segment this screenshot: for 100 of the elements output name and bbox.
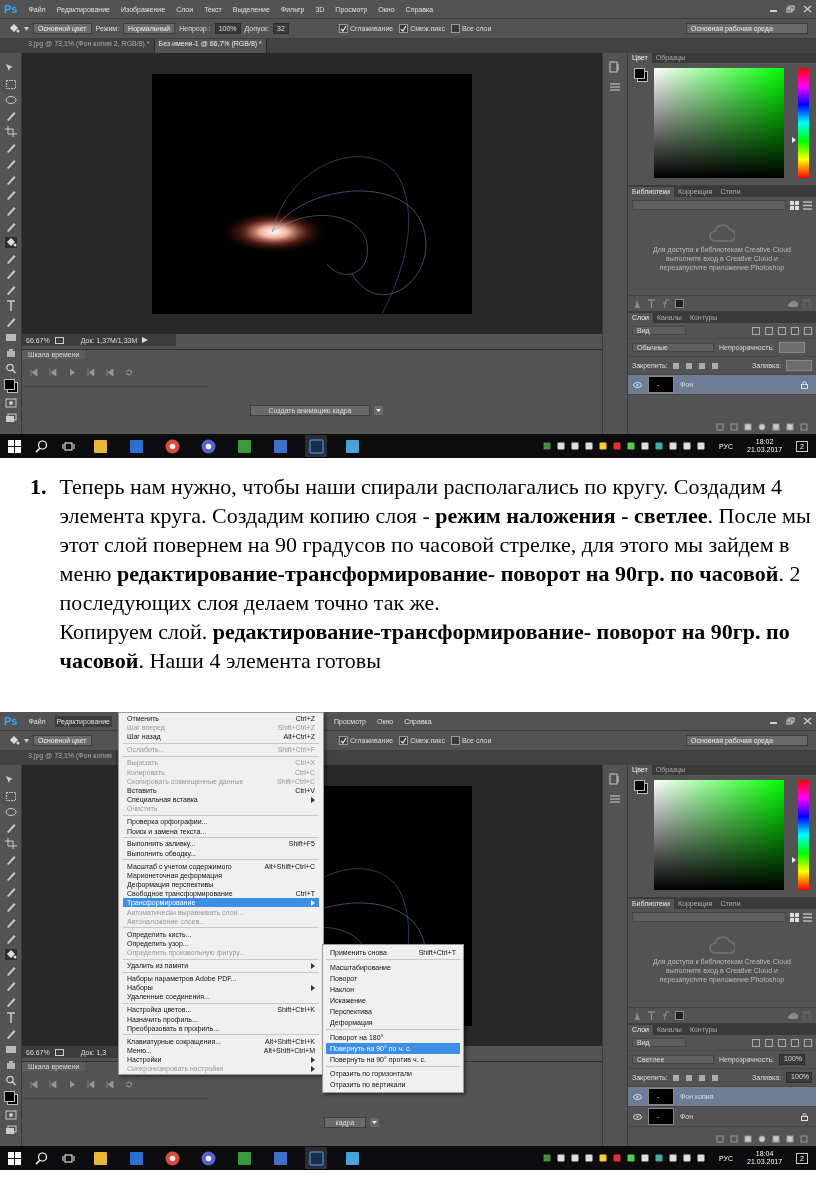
- paint-bucket-icon[interactable]: [8, 735, 20, 746]
- tool-icon[interactable]: [4, 315, 17, 327]
- zoom-icon[interactable]: [4, 1075, 17, 1087]
- tool-icon[interactable]: [4, 189, 17, 201]
- hue-marker-icon[interactable]: [792, 136, 796, 143]
- tool-icon[interactable]: [4, 157, 17, 169]
- grid-view-icon[interactable]: [790, 912, 799, 922]
- pen-icon[interactable]: [4, 284, 17, 296]
- color-swatches[interactable]: [634, 780, 648, 794]
- eye-icon[interactable]: [633, 1093, 642, 1100]
- close-icon[interactable]: [803, 717, 812, 725]
- tool-icon[interactable]: [4, 1027, 17, 1039]
- skip-icon[interactable]: [30, 369, 38, 376]
- disc-icon[interactable]: [200, 438, 216, 454]
- tool-icon[interactable]: [4, 268, 17, 280]
- windows-start-icon[interactable]: [8, 439, 21, 453]
- color-swatches[interactable]: [3, 1090, 18, 1105]
- tool-icon[interactable]: [4, 854, 17, 865]
- paint-bucket-icon[interactable]: [4, 236, 17, 248]
- browser-icon[interactable]: [164, 1150, 180, 1166]
- windows-start-icon[interactable]: [8, 1151, 21, 1165]
- caret-icon[interactable]: [24, 26, 29, 31]
- eye-icon[interactable]: [633, 1113, 642, 1120]
- tool-icon[interactable]: [4, 220, 17, 232]
- search-icon[interactable]: [35, 439, 48, 453]
- browser-icon[interactable]: [164, 438, 180, 454]
- checkbox[interactable]: [399, 736, 409, 745]
- tool-icon[interactable]: [4, 142, 17, 153]
- pen-icon[interactable]: [4, 996, 17, 1008]
- restore-icon[interactable]: [786, 5, 795, 13]
- fill-field[interactable]: [786, 360, 812, 371]
- task-view-icon[interactable]: [62, 439, 75, 453]
- checkbox[interactable]: [339, 736, 348, 745]
- zoom-icon[interactable]: [4, 363, 17, 375]
- paint-bucket-icon[interactable]: [4, 948, 17, 960]
- skip-icon[interactable]: [30, 1081, 38, 1088]
- tool-icon[interactable]: [4, 822, 17, 834]
- screen-mode-icon[interactable]: [4, 1124, 17, 1135]
- play-icon[interactable]: [142, 337, 149, 343]
- photoshop-icon[interactable]: [308, 438, 324, 454]
- quick-mask-icon[interactable]: [4, 1109, 17, 1120]
- rectangle-icon[interactable]: [4, 331, 17, 343]
- eye-icon[interactable]: [633, 381, 642, 388]
- color-swatches[interactable]: [3, 378, 18, 393]
- tool-icon[interactable]: [4, 901, 17, 913]
- lasso-icon[interactable]: [4, 94, 17, 106]
- dropdown-icon[interactable]: [374, 406, 383, 415]
- task-view-icon[interactable]: [62, 1151, 75, 1165]
- skip-icon[interactable]: [87, 1081, 95, 1088]
- export-icon[interactable]: [54, 336, 64, 344]
- tool-icon[interactable]: [4, 932, 17, 944]
- opacity-field[interactable]: [779, 342, 805, 353]
- tool-icon[interactable]: [4, 917, 17, 929]
- grid-view-icon[interactable]: [790, 200, 799, 210]
- color-picker-field[interactable]: [654, 68, 784, 178]
- tool-icon[interactable]: [4, 964, 17, 976]
- skip-icon[interactable]: [49, 369, 57, 376]
- brush-icon[interactable]: [4, 173, 17, 185]
- marquee-icon[interactable]: [4, 790, 17, 802]
- color-swatches[interactable]: [634, 68, 648, 82]
- hand-icon[interactable]: [4, 347, 17, 359]
- checkbox[interactable]: [450, 736, 460, 745]
- history-icon[interactable]: [609, 773, 621, 785]
- marquee-icon[interactable]: [4, 78, 17, 90]
- settings-icon[interactable]: [125, 1081, 133, 1088]
- restore-icon[interactable]: [786, 717, 795, 725]
- checkbox[interactable]: [450, 24, 460, 33]
- hand-icon[interactable]: [4, 1059, 17, 1071]
- crop-icon[interactable]: [4, 126, 17, 138]
- photoshop-icon[interactable]: [308, 1150, 324, 1166]
- history-icon[interactable]: [609, 61, 621, 73]
- rectangle-icon[interactable]: [4, 1043, 17, 1055]
- swatch-icon[interactable]: [675, 1011, 684, 1020]
- lasso-icon[interactable]: [4, 806, 17, 818]
- swatch-icon[interactable]: [675, 299, 684, 308]
- disc-icon[interactable]: [200, 1150, 216, 1166]
- quick-mask-icon[interactable]: [4, 397, 17, 408]
- tool-icon[interactable]: [4, 110, 17, 122]
- skip-icon[interactable]: [49, 1081, 57, 1088]
- list-view-icon[interactable]: [803, 912, 812, 922]
- search-icon[interactable]: [35, 1151, 48, 1165]
- checkbox[interactable]: [399, 24, 409, 33]
- checkbox[interactable]: [339, 24, 348, 33]
- caret-icon[interactable]: [24, 738, 29, 743]
- hue-marker-icon[interactable]: [792, 857, 796, 864]
- brush-icon[interactable]: [4, 885, 17, 897]
- color-picker-field[interactable]: [654, 780, 784, 890]
- text-tool-icon[interactable]: [4, 1011, 17, 1023]
- tool-icon[interactable]: [4, 980, 17, 992]
- list-view-icon[interactable]: [803, 200, 812, 210]
- export-icon[interactable]: [54, 1048, 64, 1056]
- tool-icon[interactable]: [4, 869, 17, 881]
- tool-icon[interactable]: [4, 252, 17, 264]
- paint-bucket-icon[interactable]: [8, 23, 20, 34]
- text-tool-icon[interactable]: [4, 299, 17, 311]
- crop-icon[interactable]: [4, 838, 17, 850]
- tool-icon[interactable]: [4, 205, 17, 217]
- settings-icon[interactable]: [125, 369, 133, 376]
- screen-mode-icon[interactable]: [4, 412, 17, 423]
- close-icon[interactable]: [803, 5, 812, 13]
